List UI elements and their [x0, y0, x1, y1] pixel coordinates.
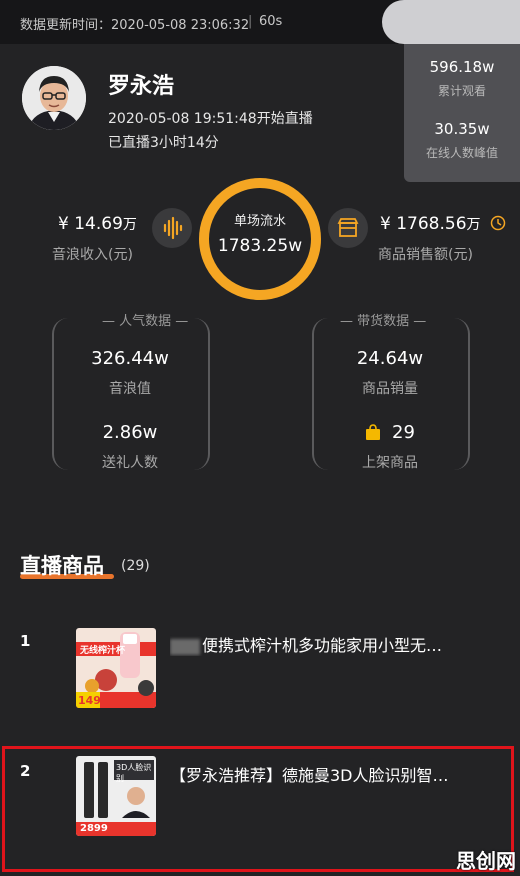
product-title[interactable]: 便携式榨汁机多功能家用小型无…	[170, 632, 500, 656]
listed-products-value: 29	[392, 422, 415, 443]
products-count: (29)	[121, 558, 150, 574]
live-duration: 已直播3小时14分	[108, 135, 219, 151]
turnover-title: 单场流水	[233, 214, 286, 229]
sales-amount-value: ¥ 1768.56万	[380, 214, 481, 234]
peak-online-label: 在线人数峰值	[425, 146, 498, 160]
total-views-label: 累计观看	[437, 84, 486, 98]
live-start-time: 2020-05-08 19:51:48开始直播	[108, 111, 313, 127]
sales-card-title: — 带货数据 —	[334, 310, 433, 329]
sales-amount-label: 商品销售额(元)	[378, 247, 473, 263]
popularity-card-title: — 人气数据 —	[96, 310, 195, 329]
redacted-text	[170, 638, 200, 655]
avatar[interactable]	[22, 66, 86, 130]
thumb-price: 2899	[80, 823, 108, 834]
turnover-value: 1783.25w	[217, 236, 303, 256]
watermark: 思创网	[456, 849, 516, 873]
sound-income-label: 音浪收入(元)	[52, 247, 133, 263]
products-section-title: 直播商品	[20, 554, 104, 578]
streamer-name: 罗永浩	[108, 74, 175, 99]
streamer-portrait-icon	[22, 66, 86, 130]
thumb-price: 149	[78, 694, 101, 707]
product-thumbnail[interactable]: 3D人脸识别 2899	[76, 756, 156, 836]
top-right-pill[interactable]	[382, 0, 520, 44]
peak-online-value: 30.35w	[434, 120, 490, 138]
refresh-interval[interactable]: 60s	[259, 14, 282, 29]
shop-icon	[328, 208, 368, 248]
clock-icon[interactable]	[490, 215, 506, 231]
units-sold-label: 商品销量	[362, 381, 418, 397]
total-views-value: 596.18w	[429, 58, 495, 76]
gift-count-label: 送礼人数	[102, 455, 158, 471]
sound-value-label: 音浪值	[109, 381, 151, 397]
product-rank: 2	[20, 762, 31, 780]
soundwave-icon	[152, 208, 192, 248]
sound-value: 326.44w	[91, 348, 169, 369]
thumb-banner: 3D人脸识别	[116, 763, 152, 783]
units-sold-value: 24.64w	[356, 348, 424, 369]
separator: |	[248, 14, 253, 29]
sound-income-value: ¥ 14.69万	[58, 214, 137, 234]
product-rank: 1	[20, 632, 31, 650]
viewer-stats-panel: 596.18w 累计观看 30.35w 在线人数峰值	[404, 44, 520, 182]
product-thumbnail[interactable]: 无线榨汁杯 149	[76, 628, 156, 708]
listed-products-label: 上架商品	[362, 455, 418, 471]
product-title[interactable]: 【罗永浩推荐】德施曼3D人脸识别智…	[170, 762, 500, 786]
gift-count-value: 2.86w	[102, 422, 158, 443]
update-time: 数据更新时间：2020-05-08 23:06:32	[20, 18, 250, 33]
thumb-banner: 无线榨汁杯	[80, 646, 126, 656]
